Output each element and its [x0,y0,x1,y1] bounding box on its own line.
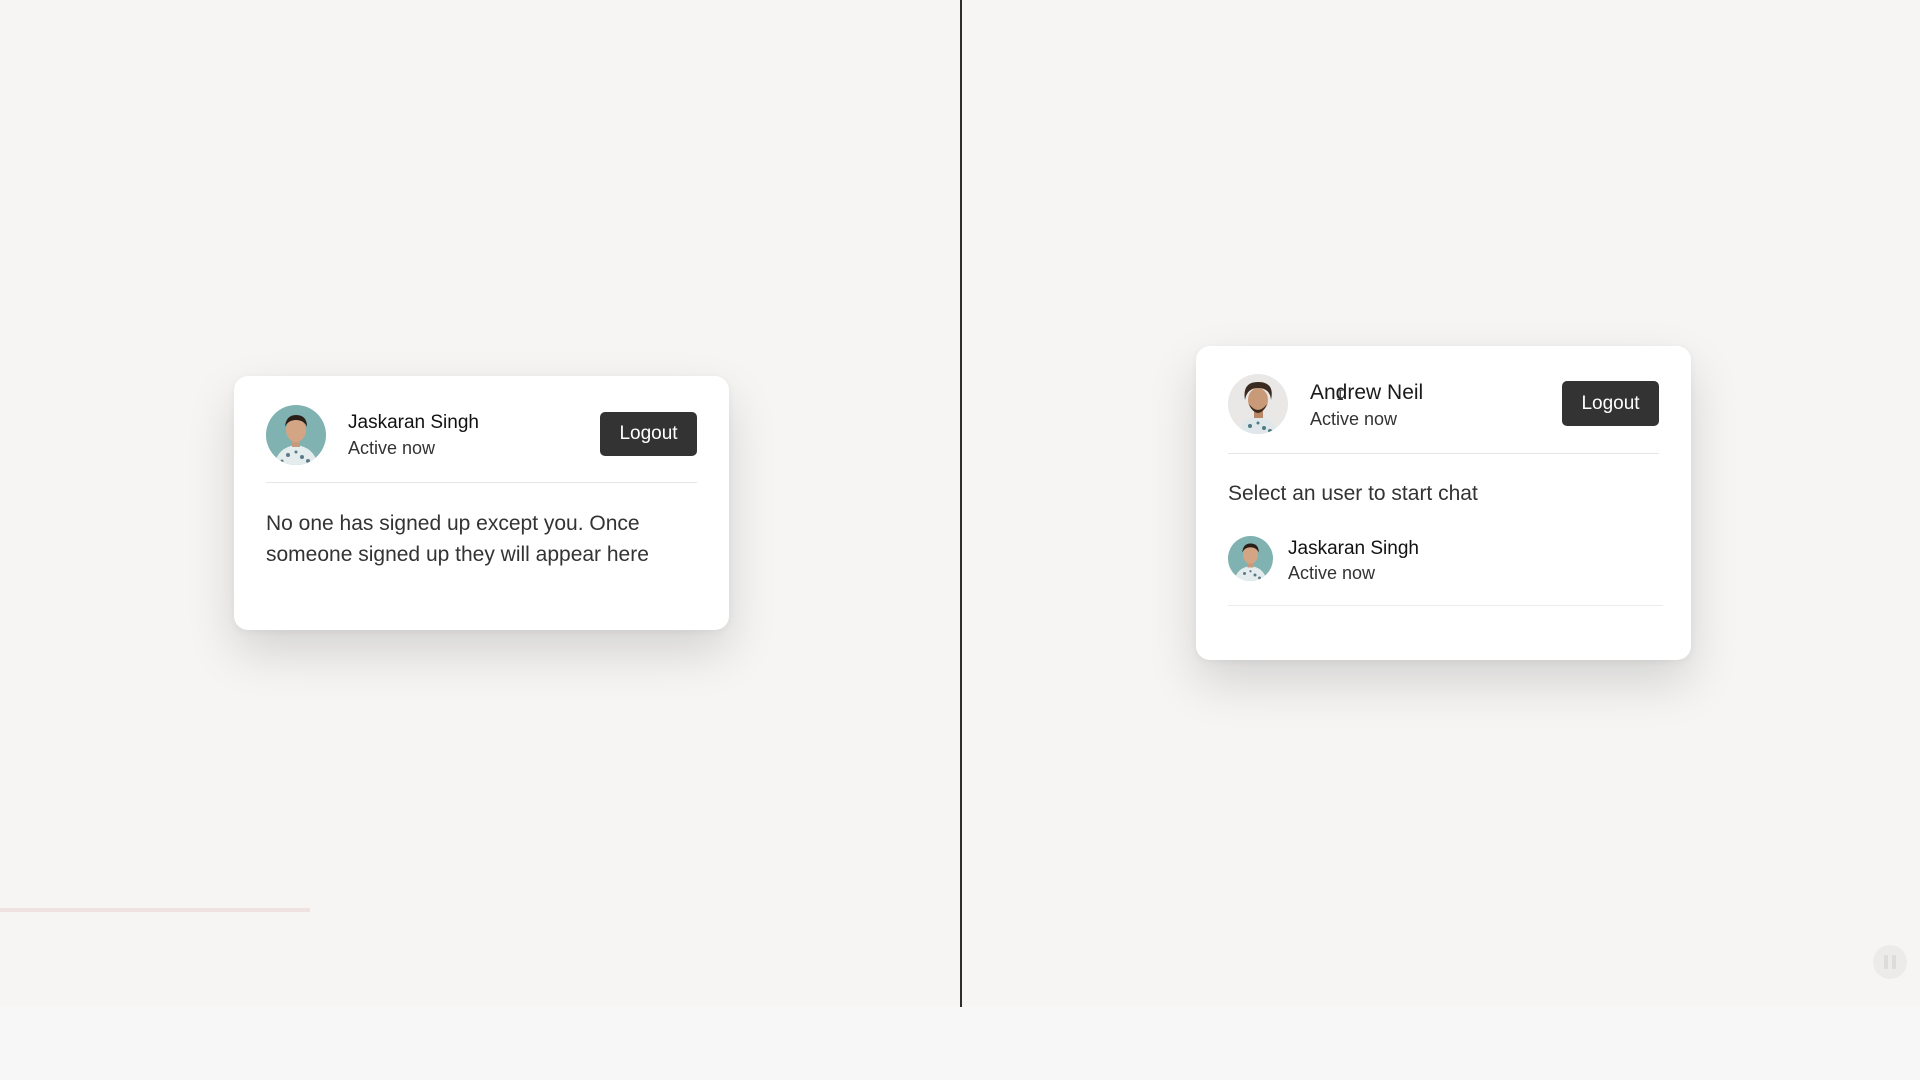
empty-users-message: No one has signed up except you. Once so… [266,512,649,566]
select-user-prompt: Select an user to start chat [1228,482,1478,505]
chat-users-card-left: Jaskaran Singh Active now Logout No one … [234,376,729,630]
avatar [1228,536,1273,581]
list-item[interactable]: Jaskaran Singh Active now [1228,534,1663,606]
user-status: Active now [348,438,436,458]
video-progress-bar[interactable] [0,908,310,912]
user-name: Andrew Neil [1310,381,1424,404]
avatar [1228,374,1288,434]
list-item-name: Jaskaran Singh [1288,538,1419,559]
card-header: Andrew Neil Active now Logout [1228,372,1659,454]
card-header: Jaskaran Singh Active now Logout [266,403,697,483]
split-divider [960,0,962,1007]
avatar [266,405,326,465]
logout-button[interactable]: Logout [600,412,697,456]
list-item-status: Active now [1288,563,1376,583]
text-cursor-icon: I [1336,388,1345,404]
screen-recording-area: Jaskaran Singh Active now Logout No one … [0,0,1920,1007]
bottom-strip [0,1007,1920,1080]
user-name: Jaskaran Singh [348,412,479,433]
pause-icon[interactable] [1873,945,1907,979]
logout-button[interactable]: Logout [1562,381,1659,426]
chat-users-card-right: Andrew Neil Active now Logout Select an … [1196,346,1691,660]
user-status: Active now [1310,409,1398,429]
